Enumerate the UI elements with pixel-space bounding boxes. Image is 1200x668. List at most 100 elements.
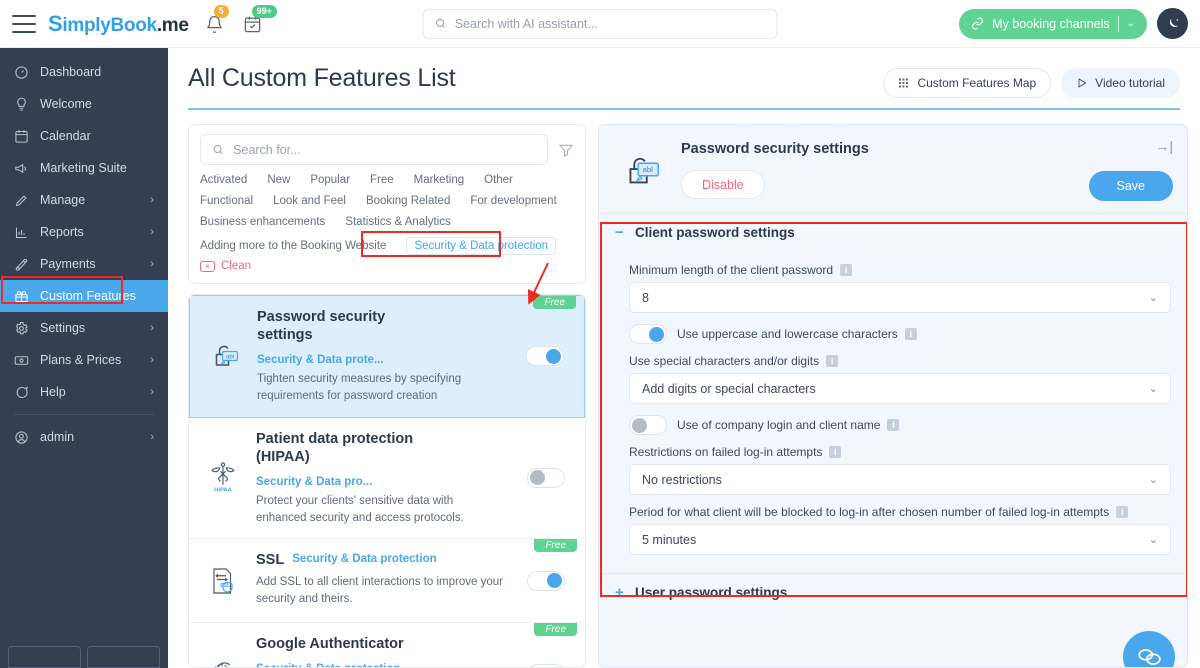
block-period-select[interactable]: 5 minutes ⌄ bbox=[629, 524, 1171, 555]
filter-tag-business-enhancements[interactable]: Business enhancements bbox=[200, 216, 325, 228]
feature-toggle[interactable] bbox=[527, 467, 565, 488]
feature-toggle[interactable] bbox=[527, 570, 565, 591]
plus-icon[interactable]: + bbox=[615, 584, 625, 601]
filter-tag-statistics-analytics[interactable]: Statistics & Analytics bbox=[345, 216, 450, 228]
dark-mode-icon[interactable] bbox=[1157, 8, 1188, 39]
info-icon[interactable]: i bbox=[1116, 506, 1129, 518]
filter-tag-marketing[interactable]: Marketing bbox=[414, 174, 465, 186]
hamburger-icon[interactable] bbox=[12, 14, 36, 33]
info-icon[interactable]: i bbox=[826, 355, 839, 367]
svg-text:abl: abl bbox=[226, 355, 234, 361]
feature-card-patient-data-protection[interactable]: HIPAA Patient data protection (HIPAA) Se… bbox=[189, 418, 585, 540]
tasks-calendar[interactable]: 99+ bbox=[243, 4, 277, 36]
video-tutorial-button[interactable]: Video tutorial bbox=[1061, 68, 1180, 98]
video-button-label: Video tutorial bbox=[1095, 76, 1165, 90]
search-row bbox=[200, 134, 574, 165]
uppercase-label: Use uppercase and lowercase characters bbox=[677, 327, 898, 341]
collapse-right-icon[interactable]: →| bbox=[1155, 139, 1173, 153]
feature-category[interactable]: Security & Data protection bbox=[256, 661, 400, 667]
sidebar-widget-right[interactable] bbox=[87, 646, 160, 668]
block-period-label: Period for what client will be blocked t… bbox=[629, 505, 1110, 519]
feature-title-row: Google Authenticator Security & Data pro… bbox=[256, 635, 504, 667]
page-header-actions: Custom Features Map Video tutorial bbox=[883, 64, 1180, 98]
field-company-login: Use of company login and client name i bbox=[629, 415, 1171, 435]
feature-toggle[interactable] bbox=[527, 664, 565, 667]
feature-toggle[interactable] bbox=[526, 346, 564, 367]
save-button[interactable]: Save bbox=[1088, 171, 1173, 201]
features-search-input[interactable] bbox=[233, 142, 536, 157]
feature-card-ssl[interactable]: Free SSL SSL Security & Data protection … bbox=[189, 539, 585, 624]
my-booking-channels-button[interactable]: My booking channels ⌄ bbox=[959, 8, 1147, 39]
info-icon[interactable]: i bbox=[887, 419, 900, 431]
sidebar-item-manage[interactable]: Manage › bbox=[0, 184, 168, 216]
min-length-value: 8 bbox=[642, 290, 649, 305]
sidebar-item-settings[interactable]: Settings › bbox=[0, 312, 168, 344]
filter-tag-adding-more-booking-website[interactable]: Adding more to the Booking Website bbox=[200, 240, 386, 252]
chevron-right-icon: › bbox=[150, 258, 154, 270]
feature-category[interactable]: Security & Data prote... bbox=[257, 352, 384, 366]
uppercase-toggle[interactable] bbox=[629, 324, 667, 344]
filter-tag-look-and-feel[interactable]: Look and Feel bbox=[273, 195, 346, 207]
detail-title-block: Password security settings Disable bbox=[681, 139, 1049, 201]
feature-card-password-security-settings[interactable]: Free abl Password security settings Secu… bbox=[189, 295, 585, 418]
search-box[interactable] bbox=[422, 8, 778, 39]
sidebar-item-reports[interactable]: Reports › bbox=[0, 216, 168, 248]
sidebar-bottom-widgets[interactable] bbox=[0, 646, 168, 668]
filter-tag-new[interactable]: New bbox=[267, 174, 290, 186]
sidebar-item-custom-features[interactable]: Custom Features bbox=[0, 280, 168, 312]
main-area: All Custom Features List Custom Features… bbox=[168, 48, 1200, 668]
sidebar-item-welcome[interactable]: Welcome bbox=[0, 88, 168, 120]
sidebar-item-calendar[interactable]: Calendar bbox=[0, 120, 168, 152]
feature-card-google-authenticator[interactable]: Free Google Authenticator bbox=[189, 623, 585, 667]
custom-features-map-button[interactable]: Custom Features Map bbox=[883, 68, 1052, 98]
min-length-label: Minimum length of the client password bbox=[629, 263, 834, 277]
special-characters-select[interactable]: Add digits or special characters ⌄ bbox=[629, 373, 1171, 404]
field-label: Period for what client will be blocked t… bbox=[629, 505, 1171, 519]
sidebar-item-marketing-suite[interactable]: Marketing Suite bbox=[0, 152, 168, 184]
chevron-down-icon[interactable]: ⌄ bbox=[1127, 18, 1135, 29]
restrictions-select[interactable]: No restrictions ⌄ bbox=[629, 464, 1171, 495]
sidebar-label: Calendar bbox=[40, 129, 91, 143]
chat-support-icon[interactable] bbox=[1123, 631, 1175, 667]
sidebar-item-plans-prices[interactable]: Plans & Prices › bbox=[0, 344, 168, 376]
sidebar-item-dashboard[interactable]: Dashboard bbox=[0, 56, 168, 88]
filter-tag-functional[interactable]: Functional bbox=[200, 195, 253, 207]
min-length-select[interactable]: 8 ⌄ bbox=[629, 282, 1171, 313]
filter-tag-popular[interactable]: Popular bbox=[310, 174, 350, 186]
filter-tag-free[interactable]: Free bbox=[370, 174, 394, 186]
feature-category[interactable]: Security & Data protection bbox=[292, 551, 436, 565]
minus-icon[interactable]: − bbox=[615, 224, 625, 241]
app-logo[interactable]: Simply Book .me bbox=[48, 11, 189, 37]
filter-tag-other[interactable]: Other bbox=[484, 174, 513, 186]
features-search-box[interactable] bbox=[200, 134, 548, 165]
sidebar-item-account[interactable]: admin › bbox=[0, 421, 168, 453]
search-icon bbox=[213, 144, 223, 154]
clean-filters-button[interactable]: × Clean bbox=[200, 260, 251, 272]
section-user-password-settings: + User password settings bbox=[599, 574, 1187, 609]
disable-button[interactable]: Disable bbox=[681, 170, 765, 199]
info-icon[interactable]: i bbox=[840, 264, 853, 276]
sidebar-widget-left[interactable] bbox=[8, 646, 81, 668]
notifications-bell[interactable]: 5 bbox=[205, 4, 229, 36]
coins-icon bbox=[14, 257, 40, 272]
company-login-label: Use of company login and client name bbox=[677, 418, 881, 432]
link-icon bbox=[972, 17, 984, 30]
search-input[interactable] bbox=[454, 16, 766, 31]
free-badge: Free bbox=[534, 623, 577, 637]
filter-tag-for-development[interactable]: For development bbox=[470, 195, 556, 207]
filter-tag-activated[interactable]: Activated bbox=[200, 174, 247, 186]
field-label: Use of company login and client name i bbox=[677, 418, 900, 432]
feature-category[interactable]: Security & Data pro... bbox=[256, 474, 372, 488]
sidebar-item-payments[interactable]: Payments › bbox=[0, 248, 168, 280]
filter-tag-security-data-protection[interactable]: Security & Data protection bbox=[406, 237, 557, 255]
company-login-toggle[interactable] bbox=[629, 415, 667, 435]
sidebar-divider bbox=[14, 414, 154, 415]
chevron-down-icon: ⌄ bbox=[1148, 383, 1158, 395]
filter-tag-booking-related[interactable]: Booking Related bbox=[366, 195, 450, 207]
info-icon[interactable]: i bbox=[904, 328, 917, 340]
section-header-user[interactable]: + User password settings bbox=[615, 584, 1171, 601]
section-header-client[interactable]: − Client password settings bbox=[615, 224, 1171, 241]
funnel-icon[interactable] bbox=[558, 142, 574, 158]
sidebar-item-help[interactable]: Help › bbox=[0, 376, 168, 408]
info-icon[interactable]: i bbox=[829, 446, 842, 458]
